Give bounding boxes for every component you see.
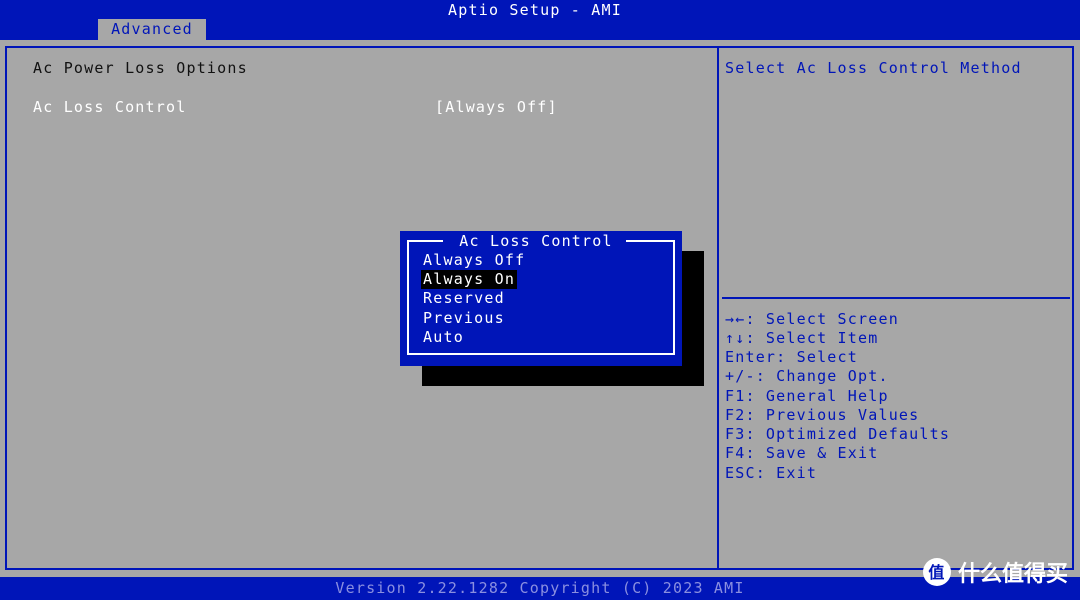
frame-divider	[1072, 46, 1074, 570]
frame-divider	[5, 46, 1074, 48]
popup-option-auto[interactable]: Auto	[421, 328, 466, 347]
frame-divider	[5, 568, 1074, 570]
key-hint-f1: F1: General Help	[725, 387, 889, 405]
key-hint-f2: F2: Previous Values	[725, 406, 920, 424]
key-hint-esc: ESC: Exit	[725, 464, 818, 482]
key-hint-enter: Enter: Select	[725, 348, 858, 366]
popup-option-previous[interactable]: Previous	[421, 309, 507, 328]
watermark-text: 什么值得买	[957, 562, 1068, 587]
frame-divider	[5, 46, 7, 570]
watermark-logo-icon: 值	[922, 558, 951, 586]
frame-divider	[717, 46, 719, 570]
section-title: Ac Power Loss Options	[33, 59, 248, 77]
key-hint-f4: F4: Save & Exit	[725, 444, 879, 462]
setting-value-ac-loss-control[interactable]: [Always Off]	[435, 98, 558, 116]
app-title: Aptio Setup - AMI	[448, 1, 622, 19]
key-hint-change-opt: +/-: Change Opt.	[725, 367, 889, 385]
key-hint-select-item: ↑↓: Select Item	[725, 329, 879, 347]
help-separator	[722, 297, 1070, 299]
popup-border	[626, 240, 675, 242]
key-hint-select-screen: →←: Select Screen	[725, 310, 899, 328]
watermark-logo-text: 值	[928, 563, 945, 582]
popup-option-reserved[interactable]: Reserved	[421, 289, 507, 308]
tab-advanced[interactable]: Advanced	[98, 19, 206, 40]
watermark: 值 什么值得买	[922, 556, 1068, 588]
popup-option-always-on[interactable]: Always On	[421, 270, 518, 289]
help-description: Select Ac Loss Control Method	[725, 59, 1022, 77]
popup-title: Ac Loss Control	[459, 232, 613, 250]
setting-label-ac-loss-control[interactable]: Ac Loss Control	[33, 98, 186, 116]
footer-version-text: Version 2.22.1282 Copyright (C) 2023 AMI	[335, 579, 745, 597]
popup-border	[407, 240, 443, 242]
popup-option-always-off[interactable]: Always Off	[421, 251, 527, 270]
key-hint-f3: F3: Optimized Defaults	[725, 425, 951, 443]
